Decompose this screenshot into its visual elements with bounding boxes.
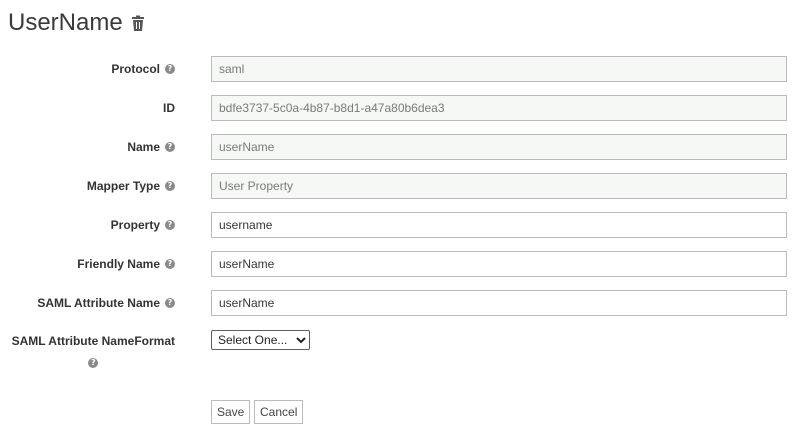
form-row-saml-attribute-name: SAML Attribute Name? [0,290,800,316]
page-title: UserName [8,9,145,37]
save-button[interactable]: Save [211,400,251,424]
form-row-protocol: Protocol? [0,56,800,82]
mapper-type-label: Mapper Type? [87,173,175,199]
help-icon[interactable]: ? [165,142,175,152]
help-icon[interactable]: ? [165,181,175,191]
name-label: Name? [127,134,175,160]
id-label: ID [163,101,175,115]
form-row-friendly-name: Friendly Name? [0,251,800,277]
help-icon[interactable]: ? [165,259,175,269]
form-row-id: ID [0,95,800,121]
property-field[interactable] [211,212,787,238]
form-row-name: Name? [0,134,800,160]
saml-attribute-nameformat-label: SAML Attribute NameFormat ? [11,334,175,368]
saml-attribute-name-field[interactable] [211,290,787,316]
mapper-type-field[interactable] [211,173,787,199]
help-icon[interactable]: ? [88,358,99,368]
page-title-text: UserName [8,9,123,36]
cancel-button[interactable]: Cancel [254,400,304,424]
protocol-label: Protocol? [111,56,175,82]
protocol-field[interactable] [211,56,787,82]
name-field[interactable] [211,134,787,160]
saml-attribute-name-label: SAML Attribute Name? [37,290,175,316]
form-row-property: Property? [0,212,800,238]
property-label: Property? [111,212,175,238]
help-icon[interactable]: ? [165,220,175,230]
form-row-mapper-type: Mapper Type? [0,173,800,199]
help-icon[interactable]: ? [165,64,175,74]
friendly-name-label: Friendly Name? [77,251,175,277]
saml-attribute-nameformat-select[interactable]: Select One... [211,330,310,350]
friendly-name-field[interactable] [211,251,787,277]
trash-icon[interactable] [131,15,145,31]
help-icon[interactable]: ? [165,298,175,308]
id-field[interactable] [211,95,787,121]
